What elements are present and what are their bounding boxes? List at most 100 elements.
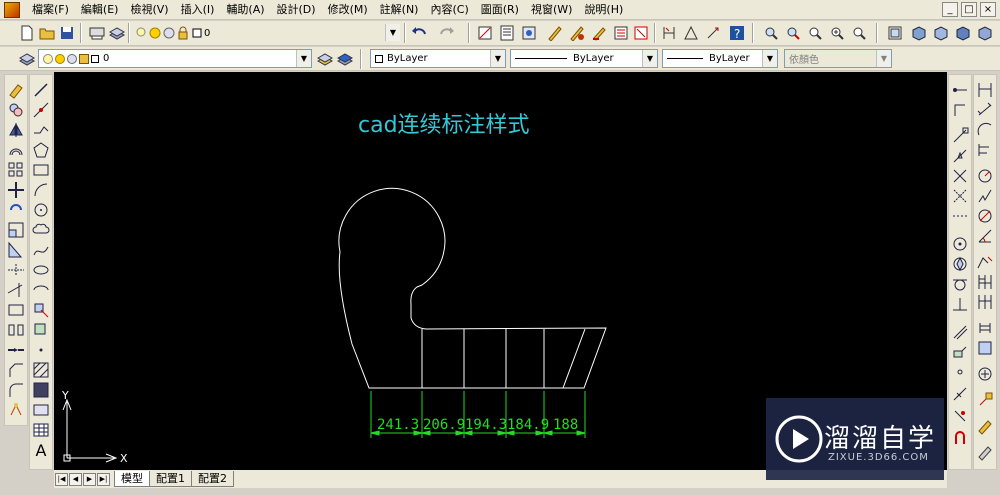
snap-endpoint-icon[interactable] xyxy=(951,127,969,145)
revision-cloud-icon[interactable] xyxy=(32,221,50,239)
snap-perpendicular-icon[interactable] xyxy=(951,295,969,313)
block-editor-icon[interactable] xyxy=(632,24,650,42)
plotstyle-dropdown[interactable]: 依顏色 ▼ xyxy=(784,49,892,68)
zoom-realtime-icon[interactable] xyxy=(784,24,802,42)
chevron-down-icon[interactable]: ▼ xyxy=(385,24,400,41)
point-icon[interactable] xyxy=(32,341,50,359)
zoom-previous-icon[interactable] xyxy=(828,24,846,42)
side-view-icon[interactable] xyxy=(954,24,972,42)
spline-icon[interactable] xyxy=(32,241,50,259)
extend-icon[interactable] xyxy=(7,281,25,299)
dim-arc-length-icon[interactable] xyxy=(976,121,994,139)
tab-model[interactable]: 模型 xyxy=(114,471,150,487)
properties-icon[interactable] xyxy=(498,24,516,42)
snap-tracking-icon[interactable] xyxy=(951,101,969,119)
copy-icon[interactable] xyxy=(7,101,25,119)
aligned-dim-icon[interactable] xyxy=(682,24,700,42)
tab-layout1[interactable]: 配置1 xyxy=(149,471,192,487)
layer-previous-icon[interactable] xyxy=(336,50,354,68)
dim-aligned-icon[interactable] xyxy=(976,101,994,119)
dim-continue-icon[interactable] xyxy=(976,293,994,311)
layer-dropdown-top[interactable]: 0 ▼ xyxy=(200,24,400,43)
dim-radius-icon[interactable] xyxy=(976,167,994,185)
multiline-text-icon[interactable]: A xyxy=(32,441,50,460)
make-block-icon[interactable] xyxy=(32,321,50,339)
snap-tangent-icon[interactable] xyxy=(951,275,969,293)
snap-midpoint-icon[interactable] xyxy=(951,147,969,165)
snap-nearest-icon[interactable] xyxy=(951,385,969,403)
next-tab-icon[interactable]: ▶ xyxy=(83,472,96,486)
lineweight-dropdown[interactable]: ByLayer ▼ xyxy=(662,49,778,68)
color-dropdown[interactable]: ByLayer ▼ xyxy=(370,49,506,68)
pan-icon[interactable] xyxy=(762,24,780,42)
menu-modify[interactable]: 修改(M) xyxy=(322,0,374,20)
chevron-down-icon[interactable]: ▼ xyxy=(490,50,505,67)
circle-icon[interactable] xyxy=(32,201,50,219)
menu-edit[interactable]: 編輯(E) xyxy=(75,0,125,20)
ellipse-arc-icon[interactable] xyxy=(32,281,50,299)
dim-angular-icon[interactable] xyxy=(976,227,994,245)
chevron-down-icon[interactable]: ▼ xyxy=(876,50,891,67)
snap-parallel-icon[interactable] xyxy=(951,323,969,341)
chevron-down-icon[interactable]: ▼ xyxy=(642,50,657,67)
front-view-icon[interactable] xyxy=(932,24,950,42)
design-center-icon[interactable] xyxy=(520,24,538,42)
first-tab-icon[interactable]: |◀ xyxy=(55,472,68,486)
insert-block-icon[interactable] xyxy=(32,301,50,319)
menu-help[interactable]: 說明(H) xyxy=(578,0,629,20)
erase-icon[interactable] xyxy=(7,81,25,99)
close-button[interactable]: × xyxy=(980,2,996,17)
line-icon[interactable] xyxy=(32,81,50,99)
stretch-icon[interactable] xyxy=(7,241,25,259)
construction-line-icon[interactable] xyxy=(32,101,50,119)
sheet-set-icon[interactable] xyxy=(568,24,586,42)
zoom-window-icon[interactable] xyxy=(806,24,824,42)
make-current-layer-icon[interactable] xyxy=(316,50,334,68)
snap-settings-icon[interactable] xyxy=(951,429,969,447)
menu-content[interactable]: 內容(C) xyxy=(424,0,474,20)
scale-icon[interactable] xyxy=(7,221,25,239)
join-icon[interactable] xyxy=(7,341,25,359)
quick-dim-icon[interactable] xyxy=(976,253,994,271)
linetype-dropdown[interactable]: ByLayer ▼ xyxy=(510,49,658,68)
array-icon[interactable] xyxy=(7,161,25,179)
minimize-button[interactable]: _ xyxy=(942,2,958,17)
rotate-icon[interactable] xyxy=(7,201,25,219)
menu-view[interactable]: 檢視(V) xyxy=(124,0,174,20)
restore-button[interactable]: □ xyxy=(961,2,977,17)
menu-tools[interactable]: 輔助(A) xyxy=(220,0,270,20)
ellipse-icon[interactable] xyxy=(32,261,50,279)
chevron-down-icon[interactable]: ▼ xyxy=(762,50,777,67)
explode-icon[interactable] xyxy=(7,401,25,419)
offset-icon[interactable] xyxy=(7,141,25,159)
dim-jogged-icon[interactable] xyxy=(976,187,994,205)
quickcalc-icon[interactable] xyxy=(612,24,630,42)
tolerance-icon[interactable] xyxy=(976,365,994,383)
gradient-icon[interactable] xyxy=(32,381,50,399)
dim-baseline-icon[interactable] xyxy=(976,273,994,291)
rectangle-icon[interactable] xyxy=(32,161,50,179)
new-file-icon[interactable] xyxy=(18,24,36,42)
tab-layout2[interactable]: 配置2 xyxy=(191,471,234,487)
trim-icon[interactable] xyxy=(7,261,25,279)
viewport-icon[interactable] xyxy=(886,24,904,42)
save-icon[interactable] xyxy=(58,24,76,42)
mirror-icon[interactable] xyxy=(7,121,25,139)
ordinate-dim-icon[interactable] xyxy=(704,24,722,42)
app-icon[interactable] xyxy=(4,1,20,18)
chevron-down-icon[interactable]: ▼ xyxy=(296,50,311,67)
dim-ordinate-icon[interactable] xyxy=(976,141,994,159)
break-icon[interactable] xyxy=(7,301,25,319)
snap-intersection-icon[interactable] xyxy=(951,167,969,185)
hatch-icon[interactable] xyxy=(32,361,50,379)
last-tab-icon[interactable]: ▶| xyxy=(97,472,110,486)
redo-icon[interactable] xyxy=(438,24,456,42)
menu-file[interactable]: 檔案(F) xyxy=(26,0,75,20)
dim-linear-icon[interactable] xyxy=(976,81,994,99)
tool-palette-icon[interactable] xyxy=(546,24,564,42)
table-icon[interactable] xyxy=(32,421,50,439)
prev-tab-icon[interactable]: ◀ xyxy=(69,472,82,486)
dim-space-icon[interactable] xyxy=(976,319,994,337)
pan-realtime-icon[interactable] xyxy=(476,24,494,42)
region-icon[interactable] xyxy=(32,401,50,419)
